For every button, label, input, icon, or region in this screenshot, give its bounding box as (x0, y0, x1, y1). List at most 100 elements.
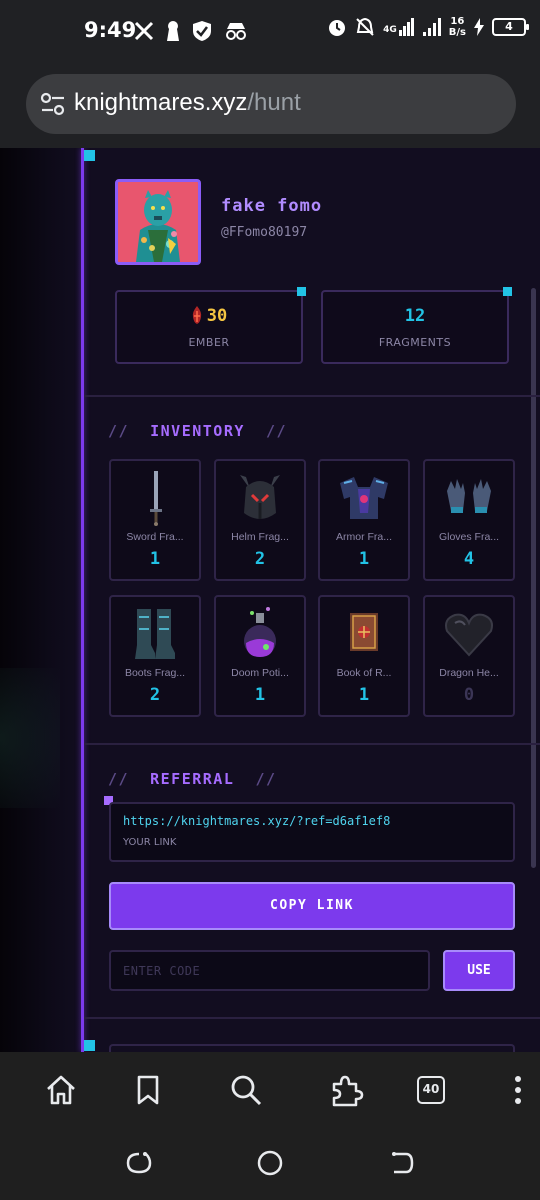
fragments-value: 12 (404, 306, 426, 326)
potion-icon (244, 607, 276, 657)
inventory-title-text: INVENTORY (150, 422, 245, 440)
more-menu-button[interactable] (500, 1072, 536, 1108)
inventory-item-book[interactable]: Book of R... 1 (318, 595, 410, 717)
charging-icon (474, 18, 484, 36)
status-icons-right: 4G 16 B/s 4 (327, 16, 529, 38)
x-logo-icon (134, 21, 154, 41)
referral-title-text: REFERRAL (150, 770, 235, 788)
inventory-item-sword[interactable]: Sword Fra... 1 (109, 459, 201, 581)
fragments-label: FRAGMENTS (378, 336, 452, 349)
item-name: Sword Fra... (126, 531, 184, 543)
extensions-button[interactable] (328, 1072, 364, 1108)
browser-toolbar: 40 (0, 1052, 540, 1128)
sword-icon (150, 471, 162, 526)
network-label: 4G (383, 25, 397, 35)
book-icon (350, 613, 378, 651)
title-slashes: // (255, 770, 277, 788)
ember-stat: 30 EMBER (115, 290, 303, 364)
referral-link-box[interactable]: https://knightmares.xyz/?ref=d6af1ef8 YO… (109, 802, 515, 862)
browser-header: knightmares.xyz/hunt (0, 62, 540, 148)
section-divider (84, 395, 540, 397)
url-path: /hunt (247, 89, 301, 116)
incognito-icon (226, 23, 246, 40)
inventory-item-potion[interactable]: Doom Poti... 1 (214, 595, 306, 717)
copy-link-button[interactable]: COPY LINK (109, 882, 515, 930)
avatar-art (118, 182, 198, 262)
item-count: 1 (358, 549, 370, 569)
inventory-title: // INVENTORY // (108, 422, 287, 440)
helm-icon (240, 475, 280, 519)
profile-handle: @FFomo80197 (221, 225, 308, 240)
item-name: Dragon He... (439, 667, 499, 679)
armor-icon (340, 477, 388, 519)
back-nav-icon[interactable] (386, 1148, 416, 1178)
network-indicator: 4G (383, 18, 415, 36)
title-slashes: // (108, 770, 130, 788)
keyhole-icon (167, 21, 179, 41)
item-name: Helm Frag... (231, 531, 289, 543)
item-count: 2 (149, 685, 161, 705)
signal-icon (422, 18, 441, 36)
inventory-item-boots[interactable]: Boots Frag... 2 (109, 595, 201, 717)
corner-marker (84, 1040, 95, 1051)
search-icon (231, 1075, 262, 1106)
corner-marker (297, 287, 306, 296)
speed-indicator: 16 B/s (448, 16, 466, 38)
battery-indicator: 4 (492, 18, 529, 36)
home-button[interactable] (43, 1072, 79, 1108)
bookmark-button[interactable] (130, 1072, 166, 1108)
extensions-icon (332, 1075, 364, 1107)
item-count: 4 (463, 549, 475, 569)
item-name: Gloves Fra... (438, 531, 500, 543)
status-bar: 9:49 4G 16 B/s 4 (0, 0, 540, 62)
item-name: Doom Poti... (231, 667, 289, 679)
profile-name: fake fomo (221, 196, 323, 216)
corner-marker (503, 287, 512, 296)
gloves-icon (447, 479, 491, 513)
title-slashes: // (265, 422, 288, 440)
bookmark-icon (137, 1075, 159, 1105)
page-scrollbar[interactable] (531, 288, 536, 868)
item-name: Armor Fra... (335, 531, 392, 543)
left-gutter (0, 148, 82, 1052)
referral-link-label: YOUR LINK (123, 837, 177, 848)
next-section-card (109, 1044, 515, 1052)
inventory-item-helm[interactable]: Helm Frag... 2 (214, 459, 306, 581)
address-bar[interactable]: knightmares.xyz/hunt (26, 74, 516, 134)
bell-off-icon (356, 17, 374, 36)
more-icon (515, 1076, 521, 1104)
ember-value: 30 (206, 306, 228, 326)
tabs-button[interactable]: 40 (413, 1072, 449, 1108)
avatar (115, 179, 201, 265)
site-settings-icon[interactable] (40, 92, 66, 116)
tab-count: 40 (417, 1076, 445, 1104)
item-name: Boots Frag... (124, 667, 186, 679)
search-button[interactable] (228, 1072, 264, 1108)
referral-title: // REFERRAL // (108, 770, 277, 788)
use-code-button[interactable]: USE (443, 950, 515, 991)
alarm-icon (329, 20, 346, 36)
gutter-glow (0, 668, 60, 808)
ember-label: EMBER (188, 336, 230, 349)
inventory-item-dragon-heart[interactable]: Dragon He... 0 (423, 595, 515, 717)
referral-link[interactable]: https://knightmares.xyz/?ref=d6af1ef8 (123, 814, 390, 828)
inventory-item-armor[interactable]: Armor Fra... 1 (318, 459, 410, 581)
item-count: 2 (254, 549, 266, 569)
fragments-stat: 12 FRAGMENTS (321, 290, 509, 364)
item-count: 0 (463, 685, 475, 705)
system-nav-bar (0, 1128, 540, 1200)
shield-check-icon (193, 21, 211, 41)
item-count: 1 (254, 685, 266, 705)
referral-code-input[interactable] (109, 950, 430, 991)
home-nav-icon[interactable] (255, 1148, 285, 1178)
title-slashes: // (108, 422, 130, 440)
url-text[interactable]: knightmares.xyz/hunt (74, 89, 301, 117)
section-divider (84, 743, 540, 745)
recents-icon[interactable] (124, 1148, 154, 1178)
boots-icon (135, 609, 175, 659)
web-page: fake fomo @FFomo80197 30 EMBER 12 FRAGME… (0, 148, 540, 1052)
signal-icon (398, 18, 414, 36)
url-host: knightmares.xyz (74, 89, 248, 116)
inventory-item-gloves[interactable]: Gloves Fra... 4 (423, 459, 515, 581)
item-name: Book of R... (336, 667, 392, 679)
